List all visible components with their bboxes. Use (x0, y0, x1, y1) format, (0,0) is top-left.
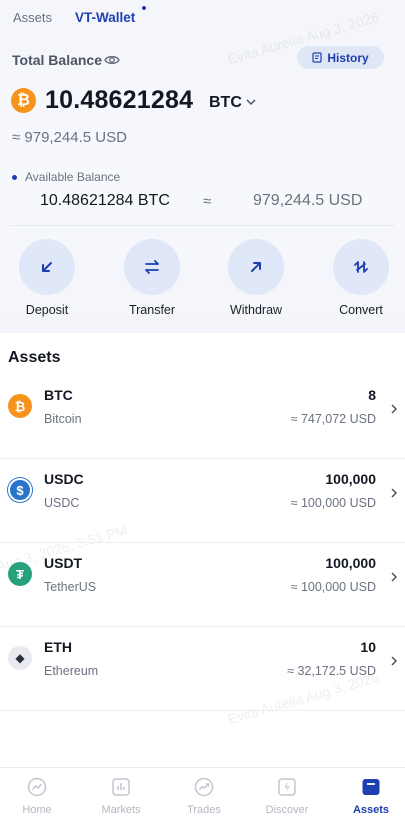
arrow-down-left-icon (42, 262, 52, 272)
deposit-button[interactable]: Deposit (10, 239, 84, 317)
total-balance-usd: ≈ 979,244.5 USD (12, 129, 127, 146)
convert-button[interactable]: Convert (324, 239, 398, 317)
arrow-up-right-icon (251, 262, 261, 272)
history-button[interactable]: History (297, 46, 384, 69)
chevron-right-icon (391, 656, 398, 666)
asset-name: TetherUS (44, 580, 97, 594)
asset-amount: 8 (368, 387, 376, 403)
assets-wallet-icon (360, 776, 382, 798)
chevron-right-icon (391, 488, 398, 498)
asset-name: Bitcoin (44, 412, 82, 426)
top-tabs: Assets VT-Wallet (0, 0, 405, 36)
chevron-right-icon (391, 572, 398, 582)
asset-name: Ethereum (44, 664, 99, 678)
bitcoin-icon: ₿ (11, 88, 36, 113)
tab-active-dot (142, 6, 146, 10)
balance-unit-selector[interactable]: BTC (209, 94, 242, 112)
convert-circle[interactable] (333, 239, 389, 295)
chevron-down-icon[interactable] (245, 96, 257, 108)
nav-markets-label: Markets (101, 804, 141, 816)
asset-row-usdt[interactable]: ₮ USDT TetherUS 100,000 ≈ 100,000 USD (0, 543, 405, 627)
asset-name: USDC (44, 496, 80, 510)
available-dot (12, 175, 17, 180)
divider (10, 225, 395, 226)
eye-icon[interactable] (104, 54, 120, 66)
transfer-circle[interactable] (124, 239, 180, 295)
tab-vt-wallet[interactable]: VT-Wallet (75, 10, 135, 25)
asset-row-eth[interactable]: ◆ ETH Ethereum 10 ≈ 32,172.5 USD (0, 627, 405, 711)
total-balance-amount: 10.48621284 (45, 86, 194, 114)
nav-markets[interactable]: Markets (81, 768, 161, 816)
ethereum-icon: ◆ (8, 646, 32, 670)
chevron-right-icon (391, 404, 398, 414)
nav-discover[interactable]: Discover (247, 768, 327, 816)
asset-symbol: USDC (44, 471, 84, 487)
home-chart-icon (26, 776, 48, 798)
nav-home[interactable]: Home (0, 768, 77, 816)
discover-icon (276, 776, 298, 798)
nav-trades-label: Trades (187, 804, 221, 816)
bitcoin-icon: ₿ (8, 394, 32, 418)
approx-symbol: ≈ (203, 193, 212, 210)
withdraw-button[interactable]: Withdraw (219, 239, 293, 317)
asset-usd-value: ≈ 100,000 USD (290, 496, 376, 510)
withdraw-circle[interactable] (228, 239, 284, 295)
asset-usd-value: ≈ 100,000 USD (290, 580, 376, 594)
asset-amount: 10 (360, 639, 376, 655)
trades-icon (193, 776, 215, 798)
tab-assets[interactable]: Assets (13, 10, 52, 25)
tether-icon: ₮ (8, 562, 32, 586)
markets-icon (110, 776, 132, 798)
asset-row-usdc[interactable]: $ USDC USDC 100,000 ≈ 100,000 USD (0, 459, 405, 543)
deposit-label: Deposit (25, 303, 69, 317)
nav-discover-label: Discover (265, 804, 309, 816)
total-balance-label: Total Balance (12, 52, 102, 68)
transfer-label: Transfer (128, 303, 176, 317)
available-balance-usd: 979,244.5 USD (253, 192, 363, 209)
asset-symbol: BTC (44, 387, 73, 403)
transfer-button[interactable]: Transfer (115, 239, 189, 317)
bottom-nav: Home Markets Trades Discover Assets (0, 767, 405, 820)
wallet-header-panel: Assets VT-Wallet Total Balance History ₿… (0, 0, 405, 333)
nav-assets[interactable]: Assets (331, 768, 405, 816)
swap-icon (145, 260, 159, 274)
nav-home-label: Home (22, 804, 52, 816)
history-label: History (327, 50, 369, 65)
asset-usd-value: ≈ 747,072 USD (290, 412, 376, 426)
deposit-circle[interactable] (19, 239, 75, 295)
convert-icon (354, 261, 368, 273)
asset-symbol: USDT (44, 555, 83, 571)
convert-label: Convert (339, 303, 383, 317)
nav-trades[interactable]: Trades (164, 768, 244, 816)
asset-amount: 100,000 (325, 555, 376, 571)
available-balance-btc: 10.48621284 BTC (40, 192, 170, 209)
asset-row-btc[interactable]: ₿ BTC Bitcoin 8 ≈ 747,072 USD (0, 375, 405, 459)
asset-symbol: ETH (44, 639, 72, 655)
asset-amount: 100,000 (325, 471, 376, 487)
assets-section-title: Assets (8, 349, 61, 366)
history-icon (312, 52, 322, 63)
withdraw-label: Withdraw (229, 303, 283, 317)
asset-usd-value: ≈ 32,172.5 USD (287, 664, 376, 678)
nav-assets-label: Assets (352, 804, 390, 816)
available-balance-label: Available Balance (25, 170, 121, 184)
usdc-icon: $ (8, 478, 32, 502)
